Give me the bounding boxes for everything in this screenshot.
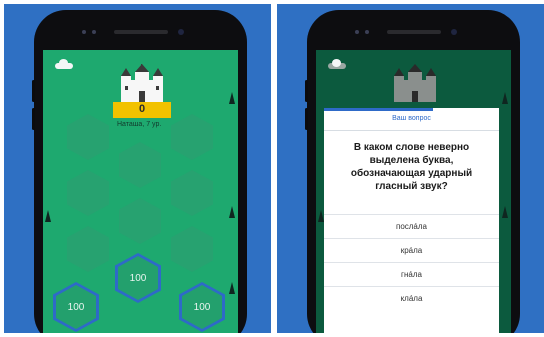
volume-up-button bbox=[305, 80, 308, 102]
spike-icon bbox=[229, 206, 235, 218]
hex-tile-empty[interactable] bbox=[119, 198, 161, 244]
modal-title: Ваш вопрос bbox=[392, 115, 431, 122]
spike-icon bbox=[502, 92, 508, 104]
phone-frame: 0 Наташа, 7 ур. 100 100 100 bbox=[32, 10, 247, 333]
answer-option[interactable]: крáла bbox=[324, 238, 499, 263]
modal-header: Ваш вопрос bbox=[324, 108, 499, 131]
spike-icon bbox=[229, 282, 235, 294]
spike-icon bbox=[45, 210, 51, 222]
phone-frame: Ваш вопрос В каком слове неверно выделен… bbox=[305, 10, 520, 333]
cloud-icon bbox=[328, 59, 346, 69]
hex-tile-100[interactable]: 100 bbox=[179, 282, 225, 332]
sensor-dot bbox=[365, 30, 369, 34]
score-ribbon: 0 bbox=[113, 102, 171, 118]
game-screen: 0 Наташа, 7 ур. 100 100 100 bbox=[43, 50, 238, 333]
hex-tile-empty[interactable] bbox=[171, 114, 213, 160]
castle-icon bbox=[121, 64, 163, 102]
hex-tile-100[interactable]: 100 bbox=[53, 282, 99, 332]
answer-option[interactable]: клáла bbox=[324, 286, 499, 311]
sensor-dot bbox=[355, 30, 359, 34]
tile-value: 100 bbox=[118, 256, 158, 300]
game-screen-dimmed: Ваш вопрос В каком слове неверно выделен… bbox=[316, 50, 511, 333]
spike-icon bbox=[502, 206, 508, 218]
hex-tile-empty[interactable] bbox=[67, 170, 109, 216]
answer-option[interactable]: послáла bbox=[324, 214, 499, 239]
hex-tile-100[interactable]: 100 bbox=[115, 253, 161, 303]
screenshot-panel-game: 0 Наташа, 7 ур. 100 100 100 bbox=[4, 4, 271, 333]
front-camera bbox=[178, 29, 184, 35]
earpiece-speaker bbox=[387, 30, 441, 34]
screenshot-panel-question: Ваш вопрос В каком слове неверно выделен… bbox=[277, 4, 544, 333]
question-text: В каком слове неверно выделена буква, об… bbox=[350, 142, 473, 192]
sensor-dot bbox=[92, 30, 96, 34]
hex-tile-empty[interactable] bbox=[171, 226, 213, 272]
sensor-dot bbox=[82, 30, 86, 34]
front-camera bbox=[451, 29, 457, 35]
tile-value: 100 bbox=[182, 285, 222, 329]
player-score: 0 bbox=[138, 103, 146, 115]
answer-option[interactable]: гнáла bbox=[324, 262, 499, 287]
earpiece-speaker bbox=[114, 30, 168, 34]
question-modal: Ваш вопрос В каком слове неверно выделен… bbox=[324, 108, 499, 333]
hex-tile-empty[interactable] bbox=[67, 114, 109, 160]
volume-down-button bbox=[305, 108, 308, 130]
hex-tile-empty[interactable] bbox=[67, 226, 109, 272]
cloud-icon bbox=[55, 59, 73, 69]
tile-value: 100 bbox=[56, 285, 96, 329]
volume-up-button bbox=[32, 80, 35, 102]
question-timer-bar bbox=[324, 108, 433, 111]
volume-down-button bbox=[32, 108, 35, 130]
hex-tile-empty[interactable] bbox=[171, 170, 213, 216]
spike-icon bbox=[229, 92, 235, 104]
player-name: Наташа, 7 ур. bbox=[117, 121, 162, 128]
castle-icon bbox=[394, 64, 436, 102]
hex-tile-empty[interactable] bbox=[119, 142, 161, 188]
